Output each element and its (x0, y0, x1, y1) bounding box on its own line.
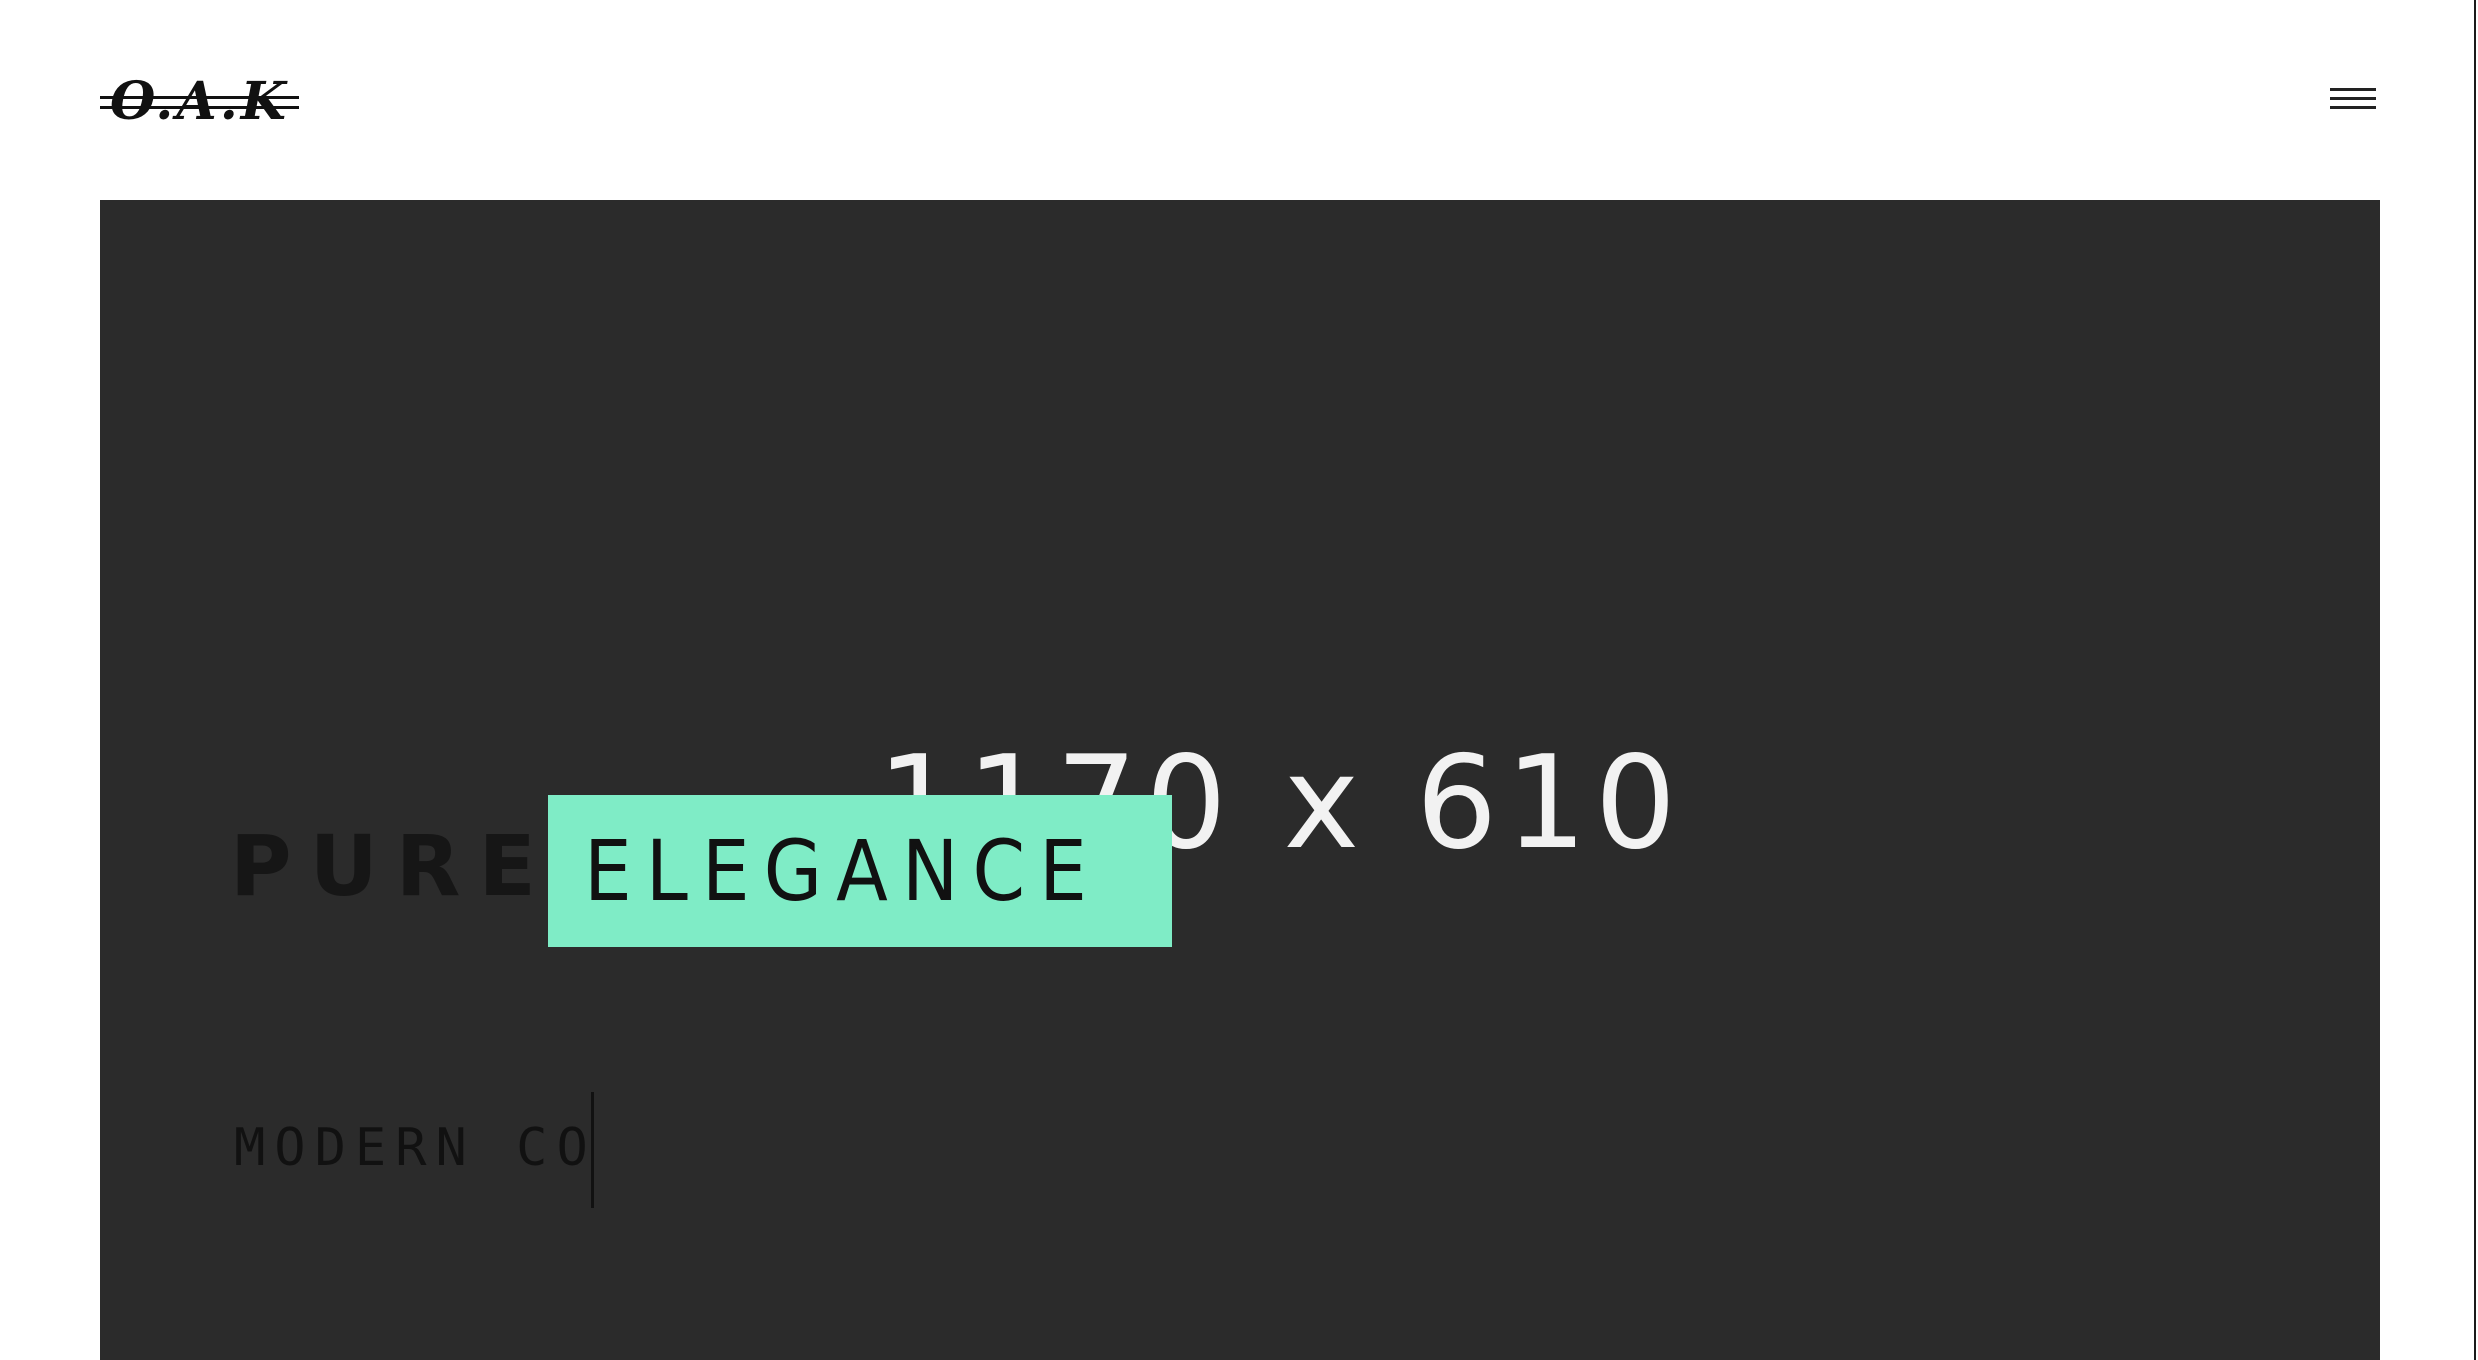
typing-cursor (590, 1092, 594, 1208)
site-logo[interactable]: O.A.K (100, 62, 299, 142)
site-header: O.A.K (0, 0, 2474, 200)
menu-bar-bottom (2330, 106, 2376, 109)
menu-bar-middle (2330, 97, 2376, 100)
menu-bar-top (2330, 88, 2376, 91)
headline-bold-word: PURE (230, 817, 554, 915)
headline-highlight-word: ELEGANCE (584, 822, 1101, 920)
page-edge-divider (2474, 0, 2476, 1360)
hero-slider: 1170 x 610 PURE ELEGANCE MODERN CO (100, 200, 2380, 1360)
hamburger-menu-icon[interactable] (2326, 84, 2380, 116)
hero-typing-subline: MODERN CO (234, 1090, 597, 1208)
hero-headline: PURE (230, 796, 554, 908)
headline-highlight-box: ELEGANCE (548, 795, 1172, 947)
typed-text: MODERN CO (234, 1118, 597, 1178)
logo-text: O.A.K (100, 76, 299, 128)
